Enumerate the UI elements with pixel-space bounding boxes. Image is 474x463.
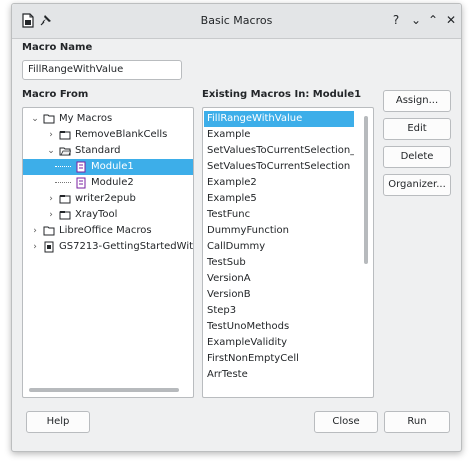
tree-item-label: writer2epub xyxy=(75,193,136,204)
assign-button[interactable]: Assign... xyxy=(383,90,451,112)
tree-item[interactable]: › writer2epub xyxy=(23,191,193,207)
tree-connector xyxy=(55,166,71,167)
chevron-right-icon[interactable]: › xyxy=(47,127,55,143)
macro-from-tree[interactable]: ⌄ My Macros › RemoveBlankCells ⌄ Standard Modu… xyxy=(22,107,194,398)
document-icon xyxy=(43,241,55,253)
tree-item[interactable]: › GS7213-GettingStartedWith xyxy=(23,239,193,255)
library-icon xyxy=(59,209,71,221)
macro-list-item[interactable]: TestFunc xyxy=(204,207,354,223)
tree-connector xyxy=(55,182,71,183)
list-vertical-scrollbar[interactable] xyxy=(364,116,368,264)
tree-item-label: Standard xyxy=(75,145,121,156)
tree-item-label: LibreOffice Macros xyxy=(59,225,152,236)
run-button[interactable]: Run xyxy=(384,411,450,433)
tree-item-label: XrayTool xyxy=(75,209,118,220)
macro-list-item[interactable]: Example xyxy=(204,127,354,143)
macro-list-item[interactable]: TestUnoMethods xyxy=(204,319,354,335)
tree-horizontal-scrollbar[interactable] xyxy=(29,388,179,392)
macro-list-item[interactable]: TestSub xyxy=(204,255,354,271)
macro-from-label: Macro From xyxy=(22,89,89,100)
delete-button[interactable]: Delete xyxy=(383,146,451,168)
macro-list-item[interactable]: Step3 xyxy=(204,303,354,319)
macro-list-item[interactable]: Example2 xyxy=(204,175,354,191)
macro-list-item[interactable]: SetValuesToCurrentSelection xyxy=(204,159,354,175)
help-button[interactable]: Help xyxy=(26,411,90,433)
edit-button[interactable]: Edit xyxy=(383,118,451,140)
chevron-right-icon[interactable]: › xyxy=(47,191,55,207)
macro-list-item[interactable]: DummyFunction xyxy=(204,223,354,239)
folder-icon xyxy=(43,113,55,125)
library-open-icon xyxy=(59,145,72,157)
macro-list-item[interactable]: ArrTeste xyxy=(204,367,354,383)
tree-item[interactable]: ⌄ Standard xyxy=(23,143,193,159)
macro-list-item[interactable]: FillRangeWithValue xyxy=(204,111,354,127)
macro-list-item[interactable]: VersionB xyxy=(204,287,354,303)
chevron-right-icon[interactable]: › xyxy=(31,239,39,255)
close-window-button[interactable]: ✕ xyxy=(443,12,459,28)
macro-list-item[interactable]: Example5 xyxy=(204,191,354,207)
maximize-button[interactable]: ⌃ xyxy=(425,12,441,28)
macro-name-label: Macro Name xyxy=(22,42,93,53)
tree-item[interactable]: Module1 xyxy=(23,159,193,175)
tree-item[interactable]: Module2 xyxy=(23,175,193,191)
folder-icon xyxy=(43,225,55,237)
tree-item[interactable]: ⌄ My Macros xyxy=(23,111,193,127)
tree-item[interactable]: › XrayTool xyxy=(23,207,193,223)
chevron-right-icon[interactable]: › xyxy=(47,207,55,223)
tree-item[interactable]: › LibreOffice Macros xyxy=(23,223,193,239)
macro-list-item[interactable]: VersionA xyxy=(204,271,354,287)
library-icon xyxy=(59,193,71,205)
tree-item-label: Module1 xyxy=(91,161,134,172)
tree-item-label: Module2 xyxy=(91,177,134,188)
existing-macros-label: Existing Macros In: Module1 xyxy=(202,89,362,100)
existing-macros-list[interactable]: FillRangeWithValue Example SetValuesToCurr… xyxy=(202,107,374,398)
minimize-button[interactable]: ⌄ xyxy=(408,12,424,28)
title-bar: Basic Macros ? ⌄ ⌃ ✕ xyxy=(12,4,461,39)
chevron-down-icon[interactable]: ⌄ xyxy=(31,111,39,127)
macro-list-item[interactable]: ExampleValidity xyxy=(204,335,354,351)
organizer-button[interactable]: Organizer... xyxy=(383,174,451,196)
tree-item-label: GS7213-GettingStartedWith xyxy=(59,241,194,252)
tree-item-label: My Macros xyxy=(59,113,113,124)
module-icon xyxy=(75,161,87,173)
close-button[interactable]: Close xyxy=(314,411,378,433)
tree-item[interactable]: › RemoveBlankCells xyxy=(23,127,193,143)
macro-list-item[interactable]: CallDummy xyxy=(204,239,354,255)
chevron-down-icon[interactable]: ⌄ xyxy=(47,143,55,159)
macro-list-item[interactable]: FirstNonEmptyCell xyxy=(204,351,354,367)
tree-item-label: RemoveBlankCells xyxy=(75,129,168,140)
library-icon xyxy=(59,129,71,141)
chevron-right-icon[interactable]: › xyxy=(31,223,39,239)
module-icon xyxy=(75,177,87,189)
macro-list-item[interactable]: SetValuesToCurrentSelection_v xyxy=(204,143,354,159)
help-question-button[interactable]: ? xyxy=(388,12,404,28)
basic-macros-dialog: Basic Macros ? ⌄ ⌃ ✕ Macro Name FillRang… xyxy=(11,3,462,452)
macro-name-input[interactable]: FillRangeWithValue xyxy=(22,60,182,80)
